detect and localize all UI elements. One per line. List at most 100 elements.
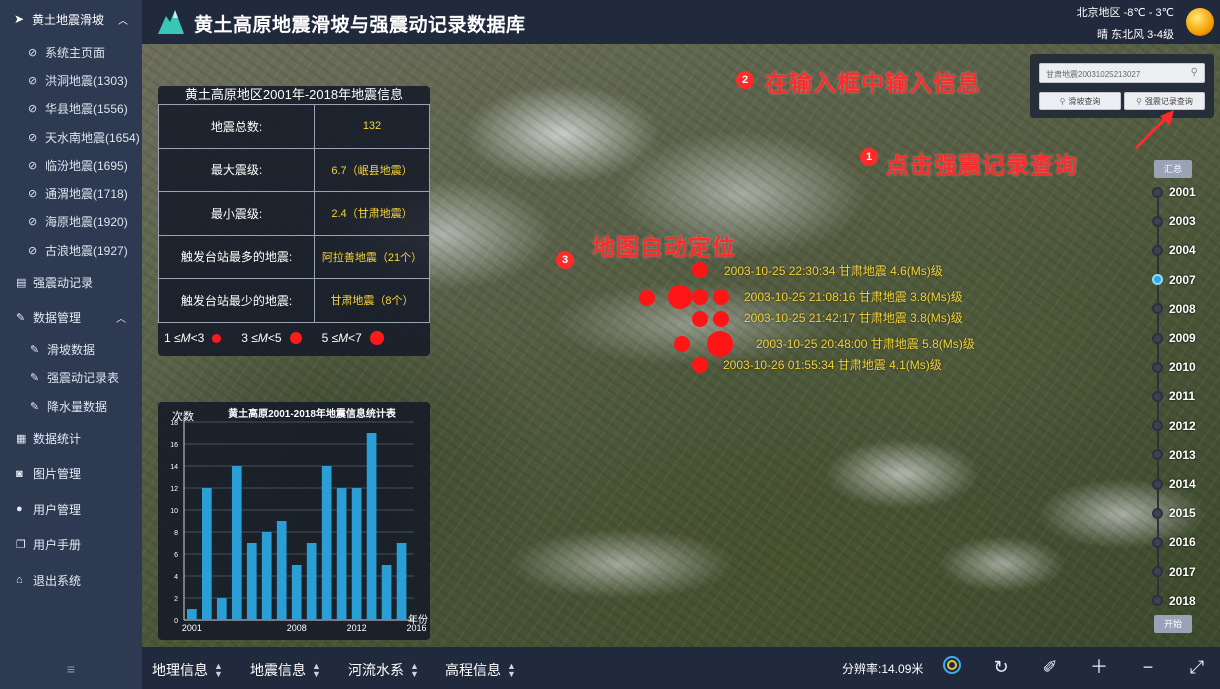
zoom-out-icon[interactable]: − <box>1136 655 1160 679</box>
mountain-logo-icon <box>158 10 184 34</box>
menu-toggle-icon[interactable]: ≡ <box>0 661 142 677</box>
search-icon[interactable]: ⚲ <box>1191 67 1198 78</box>
fullscreen-icon[interactable]: ⤢ <box>1185 655 1209 679</box>
bar-2006 <box>261 532 272 620</box>
sidebar-item-rainfall-data[interactable]: ✎ 降水量数据 <box>0 392 142 420</box>
search-panel: 甘肃地震20031025213027 ⚲ ⚲ 滑坡查询 ⚲ 强震记录查询 <box>1030 54 1214 118</box>
timeline-summary-button[interactable]: 汇总 <box>1154 160 1192 178</box>
river-dropdown[interactable]: 河流水系 ▲ ▼ <box>348 660 419 680</box>
refresh-icon[interactable]: ↻ <box>989 655 1013 679</box>
sidebar-item-tongwei[interactable]: ⊘ 通渭地震(1718) <box>0 179 142 207</box>
x-tick-label: 2001 <box>182 623 202 633</box>
sidebar-item-data-mgmt[interactable]: ✎ 数据管理 ︿ <box>0 300 142 336</box>
timeline-dot <box>1152 390 1163 402</box>
timeline-year-2009[interactable]: 2009 <box>1152 331 1196 345</box>
timeline-year-2001[interactable]: 2001 <box>1152 185 1196 199</box>
elevation-dropdown[interactable]: 高程信息 ▲ ▼ <box>445 660 516 680</box>
quake-marker[interactable] <box>674 336 690 352</box>
legend-dot <box>212 333 222 343</box>
timeline-year-2011[interactable]: 2011 <box>1152 389 1195 403</box>
timeline-year-2010[interactable]: 2010 <box>1152 360 1196 374</box>
timeline-year-2013[interactable]: 2013 <box>1152 448 1196 462</box>
timeline-year-2007[interactable]: 2007 <box>1152 273 1196 287</box>
ruler-icon[interactable]: ✐ <box>1038 655 1062 679</box>
copy-icon: ❐ <box>16 539 26 552</box>
quake-marker[interactable] <box>639 290 655 306</box>
x-tick-label: 2012 <box>347 623 367 633</box>
chart-xlabel: 年份 <box>408 613 428 626</box>
landslide-query-button[interactable]: ⚲ 滑坡查询 <box>1039 92 1121 110</box>
timeline-start-button[interactable]: 开始 <box>1154 615 1192 633</box>
timeline-dot <box>1152 566 1163 578</box>
quake-marker[interactable] <box>713 311 729 327</box>
quake-marker[interactable] <box>692 262 708 278</box>
quake-marker[interactable] <box>668 285 692 309</box>
timeline-year-2008[interactable]: 2008 <box>1152 302 1196 316</box>
quake-marker[interactable] <box>692 357 708 373</box>
sidebar-item-linfen[interactable]: ⊘ 临汾地震(1695) <box>0 151 142 179</box>
button-label: 滑坡查询 <box>1068 96 1101 106</box>
sidebar-item-strong-motion-table[interactable]: ✎ 强震动记录表 <box>0 364 142 392</box>
sun-weather-icon <box>1186 8 1214 36</box>
timeline-year-2016[interactable]: 2016 <box>1152 535 1196 549</box>
timeline-year-label: 2012 <box>1169 418 1196 433</box>
quake-info-dropdown[interactable]: 地震信息 ▲ ▼ <box>250 660 321 680</box>
quake-marker[interactable] <box>707 331 733 357</box>
timeline-year-label: 2014 <box>1169 477 1196 491</box>
sidebar-item-tianshuinan[interactable]: ⊘ 天水南地震(1654) <box>0 123 142 151</box>
compass-icon[interactable] <box>940 655 964 679</box>
edit-icon: ✎ <box>30 400 40 413</box>
sidebar-group-landslide[interactable]: ➤ 黄土地震滑坡 ︿ <box>0 0 142 38</box>
sidebar-item-gulang[interactable]: ⊘ 古浪地震(1927) <box>0 236 142 264</box>
timeline-year-label: 2011 <box>1169 389 1196 404</box>
y-tick-label: 10 <box>170 508 178 515</box>
sidebar-item-haiyuan[interactable]: ⊘ 海原地震(1920) <box>0 208 142 236</box>
search-input[interactable]: 甘肃地震20031025213027 ⚲ <box>1039 63 1205 83</box>
info-value: 132 <box>314 104 430 149</box>
sidebar-item-hongdong[interactable]: ⊘ 洪洞地震(1303) <box>0 66 142 94</box>
sidebar-item-manual[interactable]: ❐ 用户手册 <box>0 527 142 563</box>
weather-city-temp: 北京地区 -8℃ - 3℃ <box>1076 7 1174 19</box>
quake-marker[interactable] <box>692 289 708 305</box>
info-row: 最小震级: 2.4（甘肃地震） <box>158 191 430 236</box>
quake-marker[interactable] <box>713 289 729 305</box>
send-icon: ➤ <box>14 12 25 26</box>
clipboard-icon: ▤ <box>16 276 27 289</box>
timeline-year-2018[interactable]: 2018 <box>1152 594 1196 608</box>
legend-label: <7 <box>348 331 362 345</box>
sidebar-item-images[interactable]: ◙ 图片管理 <box>0 456 142 492</box>
info-label: 触发台站最少的地震: <box>158 278 315 323</box>
legend-m: M <box>257 331 268 345</box>
step-3-badge: 3 <box>556 251 574 269</box>
timeline-year-2012[interactable]: 2012 <box>1152 419 1196 433</box>
sidebar-item-logout[interactable]: ⌂ 退出系统 <box>0 562 142 598</box>
sidebar-item-huaxian[interactable]: ⊘ 华县地震(1556) <box>0 95 142 123</box>
zoom-in-icon[interactable]: ＋ <box>1087 655 1111 679</box>
timeline-year-2014[interactable]: 2014 <box>1152 477 1196 491</box>
timeline-dot <box>1152 420 1163 432</box>
sidebar-item-label: 用户手册 <box>33 538 82 553</box>
chevron-up-icon: ︿ <box>116 314 126 326</box>
circle-check-icon: ⊘ <box>28 244 38 257</box>
sidebar-item-label: 天水南地震(1654) <box>45 130 140 145</box>
timeline-year-label: 2008 <box>1169 301 1196 316</box>
timeline-year-2004[interactable]: 2004 <box>1152 243 1196 257</box>
timeline-year-2015[interactable]: 2015 <box>1152 506 1196 520</box>
circle-check-icon: ⊘ <box>28 46 38 59</box>
sidebar-item-strong-motion[interactable]: ▤ 强震动记录 <box>0 264 142 300</box>
sidebar-item-users[interactable]: ● 用户管理 <box>0 491 142 527</box>
geo-info-dropdown[interactable]: 地理信息 ▲ ▼ <box>152 660 223 680</box>
legend-label: 3 ≤ <box>241 331 258 345</box>
timeline-year-2017[interactable]: 2017 <box>1152 565 1196 579</box>
quake-marker[interactable] <box>692 311 708 327</box>
circle-check-icon: ⊘ <box>28 131 38 144</box>
circle-check-icon: ⊘ <box>28 103 38 116</box>
timeline-year-2003[interactable]: 2003 <box>1152 214 1196 228</box>
sidebar-item-home[interactable]: ⊘ 系统主页面 <box>0 38 142 66</box>
timeline-dot <box>1152 332 1163 344</box>
sidebar-item-stats[interactable]: ▦ 数据统计 <box>0 420 142 456</box>
bar-2002 <box>201 488 212 620</box>
circle-check-icon: ⊘ <box>28 216 38 229</box>
sidebar-item-landslide-data[interactable]: ✎ 滑坡数据 <box>0 335 142 363</box>
timeline-year-label: 2015 <box>1169 506 1196 521</box>
